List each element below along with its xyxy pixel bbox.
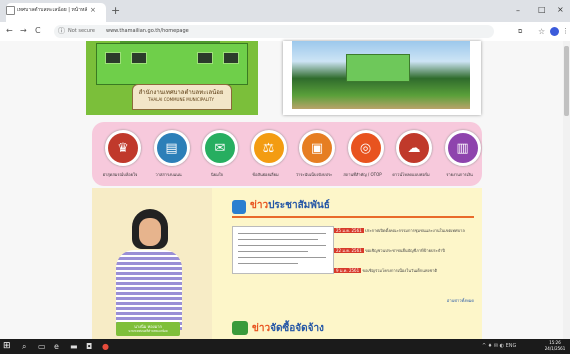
document-icon[interactable]: ▤: [153, 130, 190, 166]
menu-item-label[interactable]: ผ่าสุดสมรณ์บล้อยใจ: [96, 171, 144, 178]
thumb-line: [238, 233, 326, 234]
window: [197, 52, 213, 64]
minimize-button[interactable]: –: [516, 6, 520, 15]
thumb-line: [238, 257, 326, 258]
news-item-text[interactable]: ขอเชิญร่วมโครงการเนื่องในวันเด็กแห่งชาติ: [362, 268, 437, 273]
binoculars-icon[interactable]: ◎: [347, 130, 384, 166]
news-heading-b: ประชาสัมพันธ์: [268, 200, 330, 211]
menu-item[interactable]: ✉ นิยมใจ: [193, 124, 241, 184]
edge-icon[interactable]: e: [54, 341, 59, 352]
search-icon[interactable]: ⌕: [22, 341, 26, 352]
procurement-icon: [232, 321, 248, 335]
clock[interactable]: 15:26 24/1/2561: [540, 340, 570, 352]
menu-item-label[interactable]: ว่าระนับเน็บงบังบประ: [290, 171, 338, 178]
procurement-heading-a: ข่าว: [252, 323, 271, 334]
cloud-download-icon[interactable]: ☁: [396, 130, 432, 166]
bookmark-star-icon[interactable]: ☆: [538, 25, 545, 38]
menu-item[interactable]: ▤ วาสสารงบแนน: [145, 124, 193, 184]
menu-item[interactable]: ♛ ผ่าสุดสมรณ์บล้อยใจ: [96, 124, 144, 184]
news-thumbnail[interactable]: [232, 226, 334, 274]
news-item-text[interactable]: ขอเชิญชวนประชาชนยื่นบัญชีภาษีป้ายประจำปี: [365, 248, 445, 253]
scrollbar-thumb[interactable]: [564, 46, 569, 116]
security-label[interactable]: Not secure: [68, 25, 95, 38]
menu-item-label[interactable]: ดาวน์โหลดแบบฟอร์ม: [387, 171, 435, 178]
mayor-face: [139, 218, 161, 246]
sign-thai-text: สำนักงานเทศบาลตำบลทะเลน้อย: [138, 89, 224, 96]
maximize-button[interactable]: □: [538, 5, 546, 14]
sign-english-text: THALAI COMMUNE MUNICIPALITY: [148, 97, 214, 102]
menu-item[interactable]: ◎ สถานที่สำคัญ / OTOP: [339, 124, 387, 184]
money-icon[interactable]: ▣: [299, 130, 335, 166]
forward-button[interactable]: →: [20, 24, 27, 38]
window: [131, 52, 147, 64]
system-tray[interactable]: ^ ♦ ✉ ◐ ENG: [482, 342, 516, 351]
clock-date: 24/1/2561: [544, 346, 566, 351]
close-window-button[interactable]: ×: [557, 5, 564, 14]
building-facade: [96, 43, 248, 85]
read-all-link[interactable]: อ่านข่าวทั้งหมด: [400, 297, 474, 304]
news-divider: [232, 216, 474, 218]
window: [105, 52, 121, 64]
news-item[interactable]: 25 ม.ค. 2561 ประกาศเปิดตั้งคณะกรรมการชุม…: [334, 228, 474, 233]
tab-favicon: [6, 6, 15, 15]
menu-item[interactable]: ▥ รายงานการเงิน: [436, 124, 484, 184]
news-icon: [232, 200, 246, 214]
procurement-heading: ข่าวจัดซื้อจัดจ้าง: [252, 322, 324, 336]
tab-close-icon[interactable]: ×: [90, 5, 96, 15]
mail-icon[interactable]: ✉: [202, 130, 238, 166]
news-date-badge: 9 ม.ค. 2561: [334, 268, 362, 273]
news-item-text[interactable]: ประกาศเปิดตั้งคณะกรรมการชุมชนและงานในเขต…: [365, 228, 465, 233]
news-item[interactable]: 9 ม.ค. 2561 ขอเชิญร่วมโครงการเนื่องในวัน…: [334, 268, 474, 273]
menu-item[interactable]: ▣ ว่าระนับเน็บงบังบประ: [290, 124, 338, 184]
menu-item[interactable]: ⚖ ข้อสันย่อยเลียม: [242, 124, 290, 184]
emblem-icon[interactable]: ♛: [105, 130, 141, 166]
task-view-icon[interactable]: ▭: [38, 341, 46, 352]
scales-icon[interactable]: ⚖: [250, 130, 287, 166]
thumb-line: [238, 239, 318, 240]
menu-item[interactable]: ☁ ดาวน์โหลดแบบฟอร์ม: [387, 124, 435, 184]
mayor-body: [116, 250, 182, 330]
new-tab-button[interactable]: +: [111, 5, 120, 17]
start-button[interactable]: ⊞: [3, 341, 11, 352]
thumb-line: [238, 251, 308, 252]
menu-item-label[interactable]: สถานที่สำคัญ / OTOP: [339, 171, 387, 178]
store-icon[interactable]: ◘: [86, 341, 92, 352]
thumb-line: [238, 263, 298, 264]
chrome-icon[interactable]: ●: [102, 341, 109, 352]
extension-icon[interactable]: ⧉: [518, 25, 522, 38]
news-date-badge: 25 ม.ค. 2561: [334, 228, 364, 233]
news-item[interactable]: 22 ม.ค. 2561 ขอเชิญชวนประชาชนยื่นบัญชีภา…: [334, 248, 474, 253]
menu-item-label[interactable]: ข้อสันย่อยเลียม: [242, 171, 290, 178]
procurement-heading-b: จัดซื้อจัดจ้าง: [270, 323, 324, 334]
tab-title[interactable]: เทศบาลตำบลทะเลน้อย | หน้าหลัก: [17, 5, 87, 15]
profile-avatar[interactable]: [550, 27, 559, 36]
news-heading-a: ข่าว: [250, 200, 269, 211]
menu-item-label[interactable]: นิยมใจ: [193, 171, 241, 178]
file-explorer-icon[interactable]: ▬: [70, 341, 78, 352]
reload-button[interactable]: C: [35, 24, 41, 38]
url-text[interactable]: www.thamailian.go.th/homepage: [106, 25, 189, 38]
news-date-badge: 22 ม.ค. 2561: [334, 248, 364, 253]
photo-building: [346, 54, 410, 82]
site-info-icon[interactable]: ⓘ: [58, 25, 65, 38]
window: [223, 52, 239, 64]
bar-chart-icon[interactable]: ▥: [444, 130, 481, 166]
thumb-line: [238, 245, 326, 246]
mayor-title: นายกเทศมนตรีตำบลทะเลน้อย: [128, 329, 168, 333]
menu-item-label[interactable]: รายงานการเงิน: [436, 171, 484, 178]
news-heading: ข่าวประชาสัมพันธ์: [250, 199, 330, 213]
menu-item-label[interactable]: วาสสารงบแนน: [145, 171, 193, 178]
back-button[interactable]: ←: [6, 24, 13, 38]
browser-menu-icon[interactable]: ⋮: [562, 25, 569, 38]
